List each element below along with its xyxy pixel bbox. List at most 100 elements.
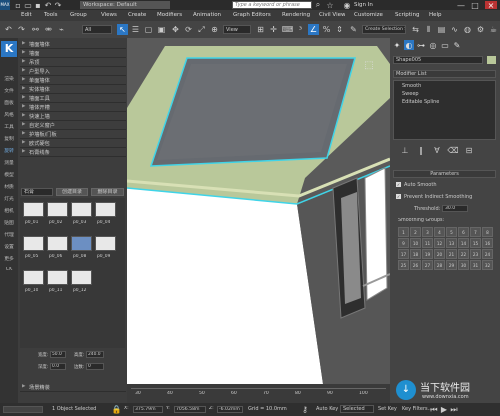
object-name-field[interactable]: Shape005	[393, 56, 483, 64]
create-tab-icon[interactable]: ✦	[392, 40, 402, 50]
strip-item[interactable]: 代理	[1, 231, 17, 238]
percent-snap-icon[interactable]: %	[321, 24, 332, 35]
smoothing-group-button[interactable]: 20	[434, 249, 445, 259]
thumbnail-tile[interactable]	[95, 202, 116, 217]
smoothing-group-button[interactable]: 27	[422, 260, 433, 270]
material-editor-icon[interactable]: ◍	[462, 24, 473, 35]
search-icon[interactable]: ⌕	[314, 0, 322, 9]
thumbnail-tile[interactable]	[23, 270, 44, 285]
curve-editor-icon[interactable]: ∿	[449, 24, 460, 35]
category-item[interactable]: ▶ 欧式硬包	[20, 139, 126, 148]
height-field[interactable]: 240.0	[86, 351, 104, 358]
spinner-snap-icon[interactable]: ⇕	[334, 24, 345, 35]
key-selection-dropdown[interactable]: Selected	[340, 405, 374, 413]
new-file-icon[interactable]: ▫	[14, 1, 22, 10]
open-icon[interactable]: ▭	[24, 1, 32, 10]
smoothing-group-button[interactable]: 4	[434, 227, 445, 237]
pin-stack-icon[interactable]: ⊥	[400, 146, 410, 155]
link-icon[interactable]: ⚯	[30, 24, 41, 35]
thumbnail-tile[interactable]	[23, 202, 44, 217]
depth-field[interactable]: 0.0	[50, 363, 66, 370]
configure-sets-icon[interactable]: ⊟	[464, 146, 474, 155]
strip-item[interactable]: 渲染	[1, 75, 17, 82]
menu-rendering[interactable]: Rendering	[282, 12, 310, 18]
remove-modifier-icon[interactable]: ⌫	[447, 146, 458, 155]
modifier-list-dropdown[interactable]: Modifier List	[393, 70, 496, 78]
select-manipulate-icon[interactable]: ✛	[268, 24, 279, 35]
category-item[interactable]: ▶ 墙面墙体	[20, 40, 126, 49]
strip-item-active[interactable]: 旋转	[1, 147, 17, 154]
timeline[interactable]: 30 40 50 60 70 80 90 100	[127, 384, 390, 403]
thumbnail-tile[interactable]	[47, 270, 68, 285]
smoothing-group-button[interactable]: 26	[410, 260, 421, 270]
redo-icon[interactable]: ↷	[16, 24, 27, 35]
smoothing-group-button[interactable]: 2	[410, 227, 421, 237]
menu-modifiers[interactable]: Modifiers	[157, 12, 182, 18]
smoothing-group-button[interactable]: 21	[446, 249, 457, 259]
category-item[interactable]: ▶ 实体墙体	[20, 85, 126, 94]
place-icon[interactable]: ⊕	[209, 24, 220, 35]
strip-item[interactable]: 风格	[1, 111, 17, 118]
select-by-name-icon[interactable]: ☰	[130, 24, 141, 35]
width-field[interactable]: 50.0	[50, 351, 66, 358]
x-coordinate-field[interactable]: 375.79m	[133, 406, 163, 413]
smoothing-group-button[interactable]: 23	[470, 249, 481, 259]
render-icon[interactable]: ☕	[488, 24, 499, 35]
thumbnail-tile[interactable]	[47, 202, 68, 217]
motion-tab-icon[interactable]: ◎	[428, 40, 438, 50]
move-icon[interactable]: ✥	[170, 24, 181, 35]
menu-graph-editors[interactable]: Graph Editors	[233, 12, 271, 18]
rotate-icon[interactable]: ⟳	[183, 24, 194, 35]
window-crossing-icon[interactable]: ▣	[156, 24, 167, 35]
key-icon[interactable]: ⚷	[300, 405, 310, 414]
smoothing-group-button[interactable]: 29	[446, 260, 457, 270]
strip-item[interactable]: CK	[1, 267, 17, 272]
layer-icon[interactable]: ▤	[436, 24, 447, 35]
smoothing-group-button[interactable]: 30	[458, 260, 469, 270]
strip-item[interactable]: 文件	[1, 87, 17, 94]
bind-icon[interactable]: ⌁	[56, 24, 67, 35]
menu-edit[interactable]: Edit	[21, 12, 32, 18]
display-tab-icon[interactable]: ▭	[440, 40, 450, 50]
strip-item[interactable]: 灯光	[1, 195, 17, 202]
workspace-dropdown[interactable]: Workspace: Default	[80, 1, 170, 9]
smoothing-group-button[interactable]: 10	[410, 238, 421, 248]
threshold-field[interactable]: 30.0	[442, 205, 468, 212]
scale-icon[interactable]: ⤢	[196, 24, 207, 35]
smoothing-group-button[interactable]: 18	[410, 249, 421, 259]
plugin-logo[interactable]: K	[1, 41, 17, 57]
category-item[interactable]: ▶ 场景精装	[20, 383, 126, 392]
set-key-button[interactable]: Set Key	[378, 406, 397, 412]
close-icon[interactable]: ×	[485, 1, 497, 10]
key-filters-button[interactable]: Key Filters...	[402, 406, 432, 412]
pivot-icon[interactable]: ⊞	[255, 24, 266, 35]
align-icon[interactable]: ⫴	[423, 24, 434, 35]
rect-select-icon[interactable]: ▢	[143, 24, 154, 35]
smoothing-group-button[interactable]: 3	[422, 227, 433, 237]
smoothing-group-button[interactable]: 14	[458, 238, 469, 248]
hierarchy-tab-icon[interactable]: ⊶	[416, 40, 426, 50]
smoothing-group-button[interactable]: 8	[482, 227, 493, 237]
strip-item[interactable]: 更多	[1, 255, 17, 262]
menu-tools[interactable]: Tools	[44, 12, 58, 18]
category-item[interactable]: ▶ 吊顶	[20, 58, 126, 67]
menu-views[interactable]: Views	[101, 12, 117, 18]
app-logo[interactable]: MAX	[0, 0, 10, 10]
strip-item[interactable]: 面板	[1, 99, 17, 106]
smoothing-group-button[interactable]: 17	[398, 249, 409, 259]
smoothing-group-button[interactable]: 9	[398, 238, 409, 248]
smoothing-group-button[interactable]: 1	[398, 227, 409, 237]
maxscript-listener[interactable]	[3, 406, 43, 413]
thumbnail-tile-selected[interactable]	[71, 236, 92, 251]
minimize-icon[interactable]: —	[456, 1, 466, 10]
snaps-toggle-icon[interactable]: ³	[295, 24, 306, 35]
y-coordinate-field[interactable]: 7056.58m	[174, 406, 206, 413]
show-end-result-icon[interactable]: ‖	[416, 146, 426, 155]
menu-civil-view[interactable]: Civil View	[319, 12, 345, 18]
menu-create[interactable]: Create	[128, 12, 146, 18]
smoothing-group-button[interactable]: 19	[422, 249, 433, 259]
sign-in-link[interactable]: Sign In	[354, 2, 373, 8]
thumbnail-tile[interactable]	[23, 236, 44, 251]
object-color-swatch[interactable]	[487, 56, 496, 64]
thumbnail-tile[interactable]	[71, 202, 92, 217]
